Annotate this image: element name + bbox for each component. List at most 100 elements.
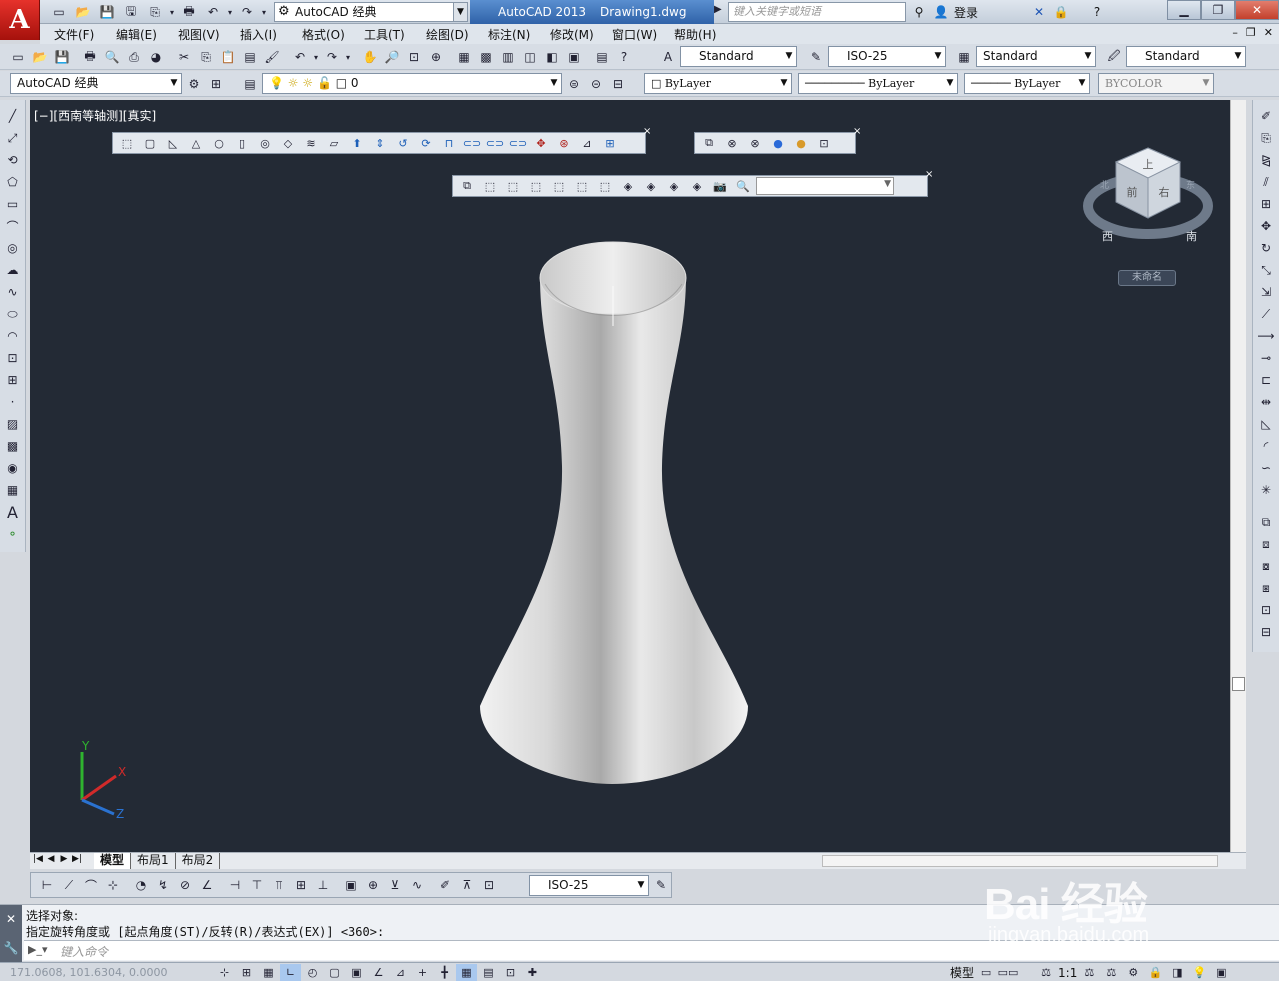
zoom-realtime-icon[interactable]: 🔎 [382,48,402,66]
polysolid-icon[interactable]: ⬚ [117,134,137,152]
top-view-icon[interactable]: ⬚ [480,177,500,195]
cut-icon[interactable]: ✂ [174,48,194,66]
pyramid-icon[interactable]: ◇ [278,134,298,152]
pan-icon[interactable]: ✋ [360,48,380,66]
plotstyle-select[interactable]: BYCOLOR ▼ [1098,73,1214,94]
nw-iso-icon[interactable]: ◈ [687,177,707,195]
layer-select[interactable]: 💡 ☼ ☼ 🔓 □ 0 ▼ [262,73,562,94]
diameter-icon[interactable]: ⊘ [175,876,195,894]
menu-format[interactable]: 格式(O) [302,26,364,43]
drawing-viewport[interactable]: [−][西南等轴测][真实] ⬚ ▢ ◺ △ ○ ▯ ◎ ◇ ≋ ▱ ⬆ ⇕ ↺… [30,100,1230,852]
dim-text-edit-icon[interactable]: ⊼ [457,876,477,894]
properties-icon[interactable]: ▦ [454,48,474,66]
space-icon[interactable]: ⊞ [291,876,311,894]
blend-curves-icon[interactable]: ∽ [1255,458,1277,478]
login-button[interactable]: 登录 [954,4,978,21]
transparency-icon[interactable]: ▦ [456,964,477,981]
menu-edit[interactable]: 编辑(E) [116,26,178,43]
bring-above-icon[interactable]: ⧆ [1255,578,1277,598]
join-icon[interactable]: ⇹ [1255,392,1277,412]
open-icon[interactable]: 📂 [30,48,50,66]
menu-tools[interactable]: 工具(T) [364,26,426,43]
quick-view-drawings-icon[interactable]: ▭▭ [998,964,1019,981]
publish-icon[interactable]: ⎙ [124,48,144,66]
dim-style-select-bottom[interactable]: ISO-25 ▼ [529,875,649,896]
menu-view[interactable]: 视图(V) [178,26,240,43]
dropdown-icon[interactable]: ▾ [226,3,234,21]
lineweight-select[interactable]: ────── ByLayer ▼ [964,73,1090,94]
design-center-icon[interactable]: ▩ [476,48,496,66]
left-view-icon[interactable]: ⬚ [526,177,546,195]
center-mark-icon[interactable]: ⊕ [363,876,383,894]
quick-dim-icon[interactable]: ⊣ [225,876,245,894]
fillet-icon[interactable]: ◜ [1255,436,1277,456]
array-icon[interactable]: ⊞ [1255,194,1277,214]
box-icon[interactable]: ▢ [140,134,160,152]
revolve-icon[interactable]: ⟳ [416,134,436,152]
text-style-select[interactable]: Standard ▼ [680,46,797,67]
revolved-vase-solid[interactable] [470,236,760,796]
calculator-icon[interactable]: ▣ [564,48,584,66]
viewport-controls-label[interactable]: [−][西南等轴测][真实] [34,107,156,124]
zoom-icon[interactable]: 🔍 [733,177,753,195]
prev-tab-icon[interactable]: ◀ [45,854,57,864]
last-tab-icon[interactable]: ▶| [71,854,83,864]
scrollbar-thumb[interactable] [1232,677,1245,691]
dim-style-icon[interactable]: ✎ [806,48,826,66]
extend-icon[interactable]: ⟶ [1255,326,1277,346]
3d-align-icon[interactable]: ⊿ [577,134,597,152]
selection-cycling-icon[interactable]: ⊡ [500,964,521,981]
tab-model[interactable]: 模型 [94,853,132,869]
jogged-linear-icon[interactable]: ∿ [407,876,427,894]
ducs-icon[interactable]: ⊿ [390,964,411,981]
annotation-visibility-icon[interactable]: ⚖ [1079,964,1099,981]
intersect-icon[interactable]: ⊂⊃ [508,134,528,152]
tab-layout2[interactable]: 布局2 [176,853,221,869]
hatch-back-icon[interactable]: ⊟ [1255,622,1277,642]
baseline-icon[interactable]: ⊤ [247,876,267,894]
auto-scale-icon[interactable]: ⚖ [1101,964,1121,981]
gear-icon[interactable]: ⚙ [1123,964,1143,981]
3d-wireframe-icon[interactable]: ⊗ [745,134,765,152]
polyline-icon[interactable]: ⟲ [2,150,24,170]
rotate-icon[interactable]: ↻ [1255,238,1277,258]
make-current-icon[interactable]: ⊜ [564,75,584,93]
arc-length-icon[interactable]: ⌒ [81,876,101,894]
radius-icon[interactable]: ◔ [131,876,151,894]
move-icon[interactable]: ✥ [1255,216,1277,236]
break-dim-icon[interactable]: ⊥ [313,876,333,894]
minimize-icon[interactable]: – [1232,26,1238,39]
annotation-monitor-icon[interactable]: ✚ [522,964,543,981]
loft-icon[interactable]: ⊓ [439,134,459,152]
open-icon[interactable]: 📂 [72,3,94,21]
layer-manager-icon[interactable]: ▤ [240,75,260,93]
model-button[interactable]: 模型 [950,964,974,981]
line-icon[interactable]: ╱ [2,106,24,126]
next-tab-icon[interactable]: ▶ [58,854,70,864]
parameters-icon[interactable]: ▤ [592,48,612,66]
send-back-icon[interactable]: ⧇ [1255,556,1277,576]
back-view-icon[interactable]: ⬚ [595,177,615,195]
ordinate-icon[interactable]: ⊹ [103,876,123,894]
manage-styles-icon[interactable]: ⊡ [814,134,834,152]
isolate-objects-icon[interactable]: 💡 [1189,964,1209,981]
vase-body[interactable] [480,276,748,784]
explode-icon[interactable]: ✳ [1255,480,1277,500]
workspace-select[interactable]: AutoCAD 经典 ▼ [10,73,182,94]
clean-screen-icon[interactable]: ▣ [1211,964,1231,981]
helix-icon[interactable]: ≋ [301,134,321,152]
angular-icon[interactable]: ∠ [197,876,217,894]
close-icon[interactable]: × [643,127,653,137]
text-front-icon[interactable]: ⊡ [1255,600,1277,620]
application-menu-icon[interactable]: A [0,0,40,40]
grid-icon[interactable]: ▦ [258,964,279,981]
offset-icon[interactable]: ⫽ [1255,172,1277,192]
named-views-icon[interactable]: ⧉ [457,177,477,195]
insert-block-icon[interactable]: ⊡ [2,348,24,368]
new-icon[interactable]: ▭ [8,48,28,66]
3d-move-icon[interactable]: ✥ [531,134,551,152]
right-view-icon[interactable]: ⬚ [549,177,569,195]
sw-iso-icon[interactable]: ◈ [618,177,638,195]
polar-icon[interactable]: ◴ [302,964,323,981]
maximize-icon[interactable]: ❐ [1201,0,1235,20]
